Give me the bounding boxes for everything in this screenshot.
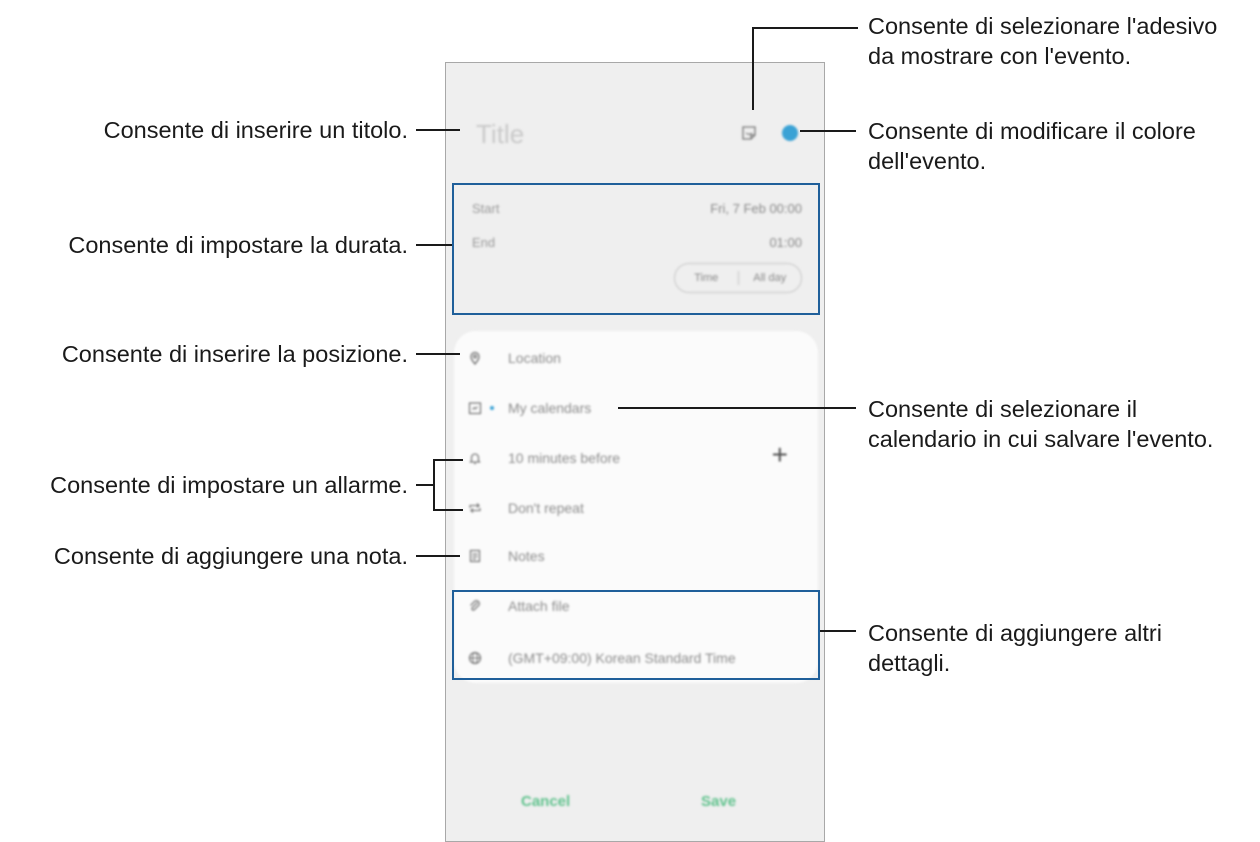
alarm-leader-top <box>433 459 463 461</box>
start-value[interactable]: Fri, 7 Feb 00:00 <box>710 201 802 216</box>
annotation-note: Consente di aggiungere una nota. <box>53 543 408 569</box>
annotation-sticker-line2: da mostrare con l'evento. <box>868 43 1132 69</box>
sticker-leader-h <box>752 27 858 29</box>
title-leader <box>416 129 460 131</box>
timezone-row[interactable]: (GMT+09:00) Korean Standard Time <box>468 647 804 669</box>
attach-row[interactable]: Attach file <box>468 595 804 617</box>
repeat-row[interactable]: Don't repeat <box>468 497 804 519</box>
start-row[interactable]: Start Fri, 7 Feb 00:00 <box>472 201 802 216</box>
cancel-button[interactable]: Cancel <box>521 793 570 810</box>
annotation-alarm: Consente di impostare un allarme. <box>50 472 408 498</box>
annotation-sticker-line1: Consente di selezionare l'adesivo <box>868 13 1218 39</box>
sticker-icon[interactable] <box>741 125 757 141</box>
annotation-color: Consente di modificare il colore dell'ev… <box>868 116 1196 176</box>
annotation-details-line2: dettagli. <box>868 650 951 676</box>
location-leader <box>416 353 460 355</box>
globe-icon <box>468 651 482 665</box>
annotation-calendar-line1: Consente di selezionare il <box>868 396 1138 422</box>
annotation-duration: Consente di impostare la durata. <box>68 232 408 258</box>
notes-icon <box>469 549 481 563</box>
duration-leader <box>416 244 452 246</box>
annotation-calendar: Consente di selezionare il calendario in… <box>868 394 1213 454</box>
alarm-leader-bottom <box>433 509 463 511</box>
bell-icon <box>469 453 481 465</box>
plus-icon[interactable]: + <box>772 441 788 469</box>
timezone-value[interactable]: (GMT+09:00) Korean Standard Time <box>508 650 736 666</box>
event-color-picker[interactable] <box>782 125 798 141</box>
toggle-time[interactable]: Time <box>675 272 738 284</box>
end-row[interactable]: End 01:00 <box>472 235 802 250</box>
notes-row[interactable]: Notes <box>468 545 804 567</box>
sticker-leader-v <box>752 28 754 110</box>
end-value[interactable]: 01:00 <box>769 235 802 250</box>
attach-file[interactable]: Attach file <box>508 598 569 614</box>
toggle-allday[interactable]: All day <box>739 272 802 284</box>
annotation-color-line1: Consente di modificare il colore <box>868 118 1196 144</box>
alarm-leader-stem <box>416 484 434 486</box>
calendar-name[interactable]: My calendars <box>508 400 591 416</box>
save-button[interactable]: Save <box>701 793 736 810</box>
end-label: End <box>472 235 496 250</box>
calendar-color-dot <box>490 406 494 410</box>
alarm-row[interactable]: 10 minutes before + <box>468 441 804 469</box>
annotation-location: Consente di inserire la posizione. <box>61 341 408 367</box>
details-leader <box>820 630 856 632</box>
note-leader <box>416 555 460 557</box>
annotation-color-line2: dell'evento. <box>868 148 987 174</box>
phone-screen: Title Start Fri, 7 Feb 00:00 End 01:00 T… <box>445 62 825 842</box>
location-input[interactable]: Location <box>508 350 561 366</box>
annotation-details: Consente di aggiungere altri dettagli. <box>868 618 1162 678</box>
alarm-leader-bracket <box>433 459 435 511</box>
annotation-title: Consente di inserire un titolo. <box>103 117 408 143</box>
title-input[interactable]: Title <box>476 119 524 150</box>
color-leader <box>800 130 856 132</box>
repeat-value[interactable]: Don't repeat <box>508 500 584 516</box>
annotation-details-line1: Consente di aggiungere altri <box>868 620 1162 646</box>
time-allday-toggle[interactable]: Time All day <box>674 263 802 293</box>
location-row[interactable]: Location <box>468 347 804 369</box>
alarm-value[interactable]: 10 minutes before <box>508 450 620 466</box>
details-card: Location My calendars 10 minutes before … <box>454 331 818 683</box>
annotation-calendar-line2: calendario in cui salvare l'evento. <box>868 426 1214 452</box>
location-pin-icon <box>470 351 480 365</box>
notes-input[interactable]: Notes <box>508 548 545 564</box>
repeat-icon <box>469 503 481 513</box>
paperclip-icon <box>470 600 480 611</box>
annotation-sticker: Consente di selezionare l'adesivo da mos… <box>868 11 1217 71</box>
calendar-leader <box>618 407 856 409</box>
calendar-icon <box>468 402 482 415</box>
start-label: Start <box>472 201 500 216</box>
